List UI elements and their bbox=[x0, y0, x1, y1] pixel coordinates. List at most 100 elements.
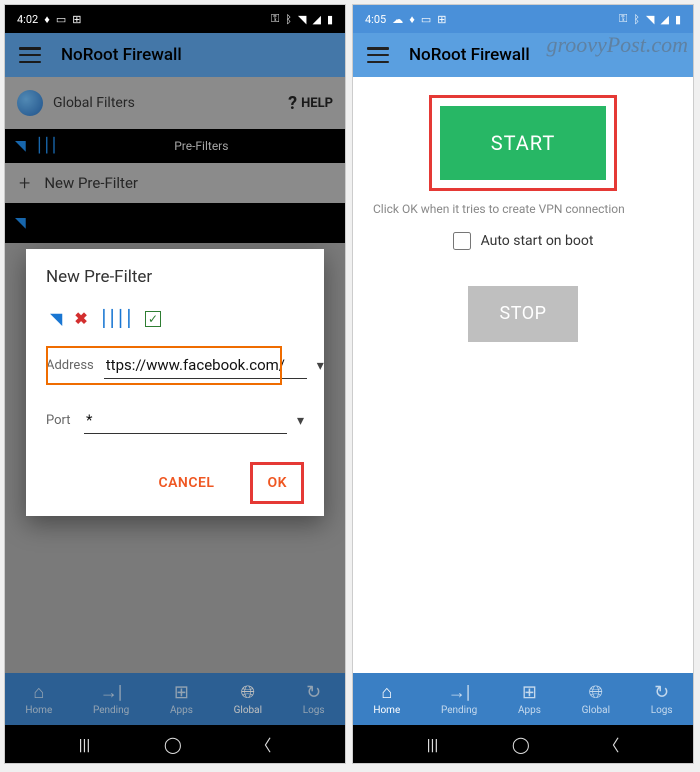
nav-global[interactable]: 🌐︎ Global bbox=[582, 683, 610, 716]
home-icon: ⌂ bbox=[381, 683, 392, 703]
chevron-down-icon[interactable]: ▾ bbox=[317, 358, 324, 374]
bluetooth-icon: ᛒ bbox=[633, 13, 640, 26]
back-button[interactable]: 〈 bbox=[255, 732, 271, 756]
grid-icon: ⊞ bbox=[437, 13, 446, 26]
globe-icon: 🌐︎ bbox=[589, 683, 603, 703]
port-label: Port bbox=[46, 413, 74, 428]
connection-toggles: ◥ ✖ ⎮⎮⎮⎮ ✓ bbox=[50, 309, 304, 328]
autostart-row[interactable]: Auto start on boot bbox=[373, 232, 673, 250]
recents-button[interactable]: ||| bbox=[427, 735, 439, 754]
nav-label: Logs bbox=[651, 705, 673, 716]
address-label: Address bbox=[46, 358, 94, 373]
nav-logs[interactable]: ↻ Logs bbox=[303, 683, 325, 716]
nav-label: Logs bbox=[303, 705, 325, 716]
cloud-icon: ☁ bbox=[392, 13, 403, 26]
menu-icon[interactable] bbox=[19, 47, 41, 63]
nav-label: Global bbox=[234, 705, 262, 716]
pending-icon: →| bbox=[100, 683, 122, 703]
globe-icon bbox=[17, 90, 43, 116]
start-button[interactable]: START bbox=[440, 106, 606, 180]
nav-label: Global bbox=[582, 705, 610, 716]
new-prefilter-row[interactable]: + New Pre-Filter bbox=[5, 163, 345, 203]
key-icon: ⚿ bbox=[271, 12, 279, 26]
bottom-nav: ⌂ Home →| Pending ⊞ Apps 🌐︎ Global ↻ Logs bbox=[5, 673, 345, 725]
status-time: 4:05 bbox=[365, 13, 386, 26]
prefilters-label: Pre-Filters bbox=[174, 139, 228, 153]
help-label: HELP bbox=[301, 96, 333, 111]
wifi-icon: ◥ bbox=[15, 215, 26, 231]
logs-icon: ↻ bbox=[306, 683, 321, 703]
wifi-icon: ◥ bbox=[298, 13, 306, 26]
signal-icon: ◢ bbox=[312, 13, 320, 26]
bottom-nav: ⌂ Home →|Pending ⊞ Apps 🌐︎ Global ↻ Logs bbox=[353, 673, 693, 725]
battery-icon: ▮ bbox=[327, 13, 333, 26]
status-time: 4:02 bbox=[17, 13, 38, 26]
nav-label: Apps bbox=[518, 705, 541, 716]
back-button[interactable]: 〈 bbox=[603, 732, 619, 756]
menu-icon[interactable] bbox=[367, 47, 389, 63]
status-bar: 4:02 ♦ ▭ ⊞ ⚿ ᛒ ◥ ◢ ▮ bbox=[5, 5, 345, 33]
globe-icon: 🌐︎ bbox=[241, 683, 255, 703]
plus-icon: + bbox=[19, 171, 30, 195]
nav-home[interactable]: ⌂ Home bbox=[25, 683, 52, 716]
nav-label: Pending bbox=[93, 705, 129, 716]
nav-label: Pending bbox=[441, 705, 477, 716]
signal-bars-icon[interactable]: ⎮⎮⎮⎮ bbox=[100, 309, 133, 328]
wifi-icon: ◥ bbox=[15, 138, 26, 154]
app-title: NoRoot Firewall bbox=[409, 45, 530, 65]
home-icon: ⌂ bbox=[33, 683, 44, 703]
cancel-button[interactable]: CANCEL bbox=[144, 462, 228, 504]
new-prefilter-label: New Pre-Filter bbox=[44, 174, 138, 192]
help-button[interactable]: ? HELP bbox=[288, 93, 333, 114]
app-bar: NoRoot Firewall bbox=[5, 33, 345, 77]
highlight-box: START bbox=[429, 95, 617, 191]
system-nav: ||| ◯ 〈 bbox=[353, 725, 693, 763]
port-field[interactable] bbox=[84, 407, 287, 434]
filters-section-label: Global Filters bbox=[53, 95, 135, 111]
signal-bars-icon: ⎮⎮⎮ bbox=[36, 138, 58, 154]
nav-label: Apps bbox=[170, 705, 193, 716]
address-field[interactable] bbox=[104, 352, 307, 379]
recents-button[interactable]: ||| bbox=[79, 735, 91, 754]
deny-icon[interactable]: ✖ bbox=[74, 309, 87, 328]
new-prefilter-dialog: New Pre-Filter ◥ ✖ ⎮⎮⎮⎮ ✓ Address ▾ Port… bbox=[26, 249, 324, 516]
nav-global[interactable]: 🌐︎ Global bbox=[234, 683, 262, 716]
dialog-title: New Pre-Filter bbox=[46, 267, 304, 287]
nav-label: Home bbox=[373, 705, 400, 716]
grid-icon: ⊞ bbox=[72, 13, 81, 26]
autostart-checkbox[interactable] bbox=[453, 232, 471, 250]
logs-icon: ↻ bbox=[654, 683, 669, 703]
status-bar: 4:05 ☁ ♦ ▭ ⊞ ⚿ ᛒ ◥ ◢ ▮ bbox=[353, 5, 693, 33]
key-icon: ⚿ bbox=[619, 12, 627, 26]
nav-pending[interactable]: →| Pending bbox=[93, 683, 129, 716]
ok-button[interactable]: OK bbox=[250, 462, 304, 504]
question-icon: ? bbox=[288, 93, 297, 114]
system-nav: ||| ◯ 〈 bbox=[5, 725, 345, 763]
home-button[interactable]: ◯ bbox=[512, 735, 530, 754]
battery-icon: ▮ bbox=[675, 13, 681, 26]
global-filters-header: Global Filters ? HELP bbox=[5, 77, 345, 129]
nav-label: Home bbox=[25, 705, 52, 716]
phone-right: 4:05 ☁ ♦ ▭ ⊞ ⚿ ᛒ ◥ ◢ ▮ NoRoot Firewall bbox=[352, 4, 694, 764]
chevron-down-icon[interactable]: ▾ bbox=[297, 413, 304, 429]
app-bar: NoRoot Firewall bbox=[353, 33, 693, 77]
apps-icon: ⊞ bbox=[174, 683, 189, 703]
home-button[interactable]: ◯ bbox=[164, 735, 182, 754]
picture-icon: ▭ bbox=[421, 13, 431, 26]
nav-home[interactable]: ⌂ Home bbox=[373, 683, 400, 716]
app-title: NoRoot Firewall bbox=[61, 45, 182, 65]
autostart-label: Auto start on boot bbox=[481, 233, 594, 249]
allow-check-icon[interactable]: ✓ bbox=[145, 311, 161, 327]
wifi-icon: ◥ bbox=[646, 13, 654, 26]
wifi-icon[interactable]: ◥ bbox=[50, 309, 62, 328]
nav-apps[interactable]: ⊞ Apps bbox=[170, 683, 193, 716]
signal-icon: ◢ bbox=[660, 13, 668, 26]
hint-text: Click OK when it tries to create VPN con… bbox=[373, 201, 673, 218]
nav-apps[interactable]: ⊞ Apps bbox=[518, 683, 541, 716]
stop-button[interactable]: STOP bbox=[468, 286, 578, 342]
filter-entry-row: ◥ bbox=[5, 203, 345, 243]
apps-icon: ⊞ bbox=[522, 683, 537, 703]
picture-icon: ▭ bbox=[56, 13, 66, 26]
nav-logs[interactable]: ↻ Logs bbox=[651, 683, 673, 716]
nav-pending[interactable]: →|Pending bbox=[441, 683, 477, 716]
